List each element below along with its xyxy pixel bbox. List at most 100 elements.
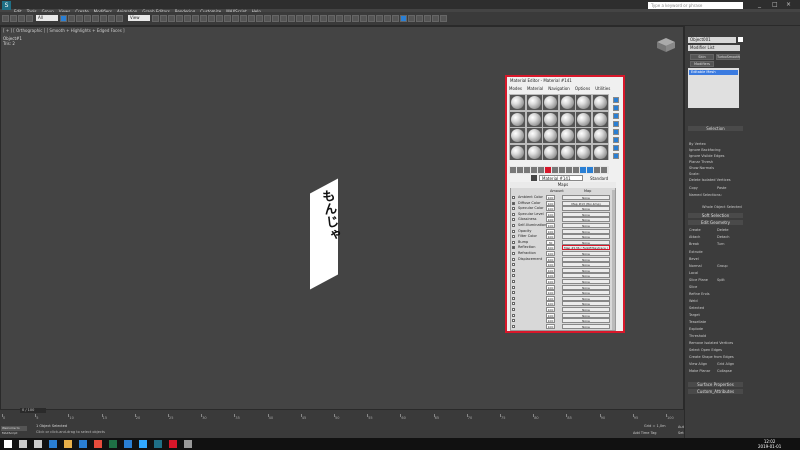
toolbar-icon[interactable] bbox=[288, 15, 295, 22]
toolbar-icon[interactable] bbox=[352, 15, 359, 22]
material-side-tool-icon[interactable] bbox=[613, 153, 619, 159]
weld-selected-button[interactable]: Selected bbox=[689, 306, 704, 310]
toolbar-icon[interactable] bbox=[184, 15, 191, 22]
material-side-tool-icon[interactable] bbox=[613, 129, 619, 135]
toolbar-icon[interactable] bbox=[416, 15, 423, 22]
toolbar-icon[interactable] bbox=[100, 15, 107, 22]
material-slot[interactable] bbox=[526, 128, 542, 143]
surface-properties-rollout[interactable]: Surface Properties bbox=[688, 382, 743, 387]
material-tool-icon[interactable] bbox=[552, 167, 558, 173]
map-slot-button[interactable]: None bbox=[562, 307, 610, 312]
local-radio[interactable]: Local bbox=[689, 271, 698, 275]
create-shape-button[interactable]: Create Shape from Edges bbox=[689, 355, 734, 359]
toolbar-icon[interactable] bbox=[76, 15, 83, 22]
app-logo[interactable]: S bbox=[2, 1, 11, 10]
map-amount-spinner[interactable]: 100 bbox=[546, 206, 555, 212]
viewcube-icon[interactable] bbox=[656, 37, 676, 53]
map-slot-button[interactable]: None bbox=[562, 211, 610, 217]
timeline-ruler[interactable]: 0 5 10 15 20 25 30 35 40 45 50 55 60 65 70 75 80 85 90 95 10… bbox=[0, 414, 674, 420]
map-amount-spinner[interactable]: 100 bbox=[546, 273, 555, 279]
map-enable-checkbox[interactable] bbox=[512, 207, 515, 211]
map-enable-checkbox[interactable] bbox=[512, 257, 515, 261]
map-amount-spinner[interactable]: 100 bbox=[546, 223, 555, 228]
material-slot[interactable] bbox=[526, 144, 542, 160]
material-slot[interactable] bbox=[559, 144, 575, 160]
show-normals-checkbox[interactable]: Show Normals bbox=[689, 166, 714, 170]
search-icon[interactable] bbox=[19, 440, 27, 448]
toolbar-icon[interactable] bbox=[264, 15, 271, 22]
map-amount-spinner[interactable]: 100 bbox=[546, 217, 555, 223]
tessellate-button[interactable]: Tessellate bbox=[689, 320, 706, 324]
material-side-tool-icon[interactable] bbox=[613, 121, 619, 127]
toolbar-icon[interactable] bbox=[432, 15, 439, 22]
map-slot-button[interactable]: None bbox=[562, 284, 610, 290]
map-enable-checkbox[interactable] bbox=[512, 308, 515, 311]
maximize-button[interactable]: □ bbox=[772, 1, 778, 8]
toolbar-icon[interactable] bbox=[296, 15, 303, 22]
create-button[interactable]: Create bbox=[689, 228, 701, 232]
mail-icon[interactable] bbox=[124, 440, 132, 448]
material-tool-icon[interactable] bbox=[524, 167, 530, 173]
map-enable-checkbox[interactable] bbox=[512, 252, 515, 255]
folder-icon[interactable] bbox=[64, 440, 72, 448]
toolbar-icon[interactable] bbox=[176, 15, 183, 22]
material-tool-icon[interactable] bbox=[566, 167, 572, 173]
material-slot[interactable] bbox=[592, 95, 608, 110]
toolbar-icon[interactable] bbox=[92, 15, 99, 22]
unlink-icon[interactable] bbox=[26, 15, 33, 22]
material-tool-icon[interactable] bbox=[580, 167, 586, 173]
material-slot[interactable] bbox=[576, 111, 591, 127]
me-menu-material[interactable]: Material bbox=[527, 86, 543, 91]
map-enable-checkbox[interactable] bbox=[512, 274, 515, 278]
toolbar-icon[interactable] bbox=[208, 15, 215, 22]
turbosmooth-button[interactable]: TurboSmooth bbox=[716, 54, 740, 60]
map-amount-spinner[interactable]: 100 bbox=[546, 234, 555, 240]
material-side-tool-icon[interactable] bbox=[613, 145, 619, 151]
material-tool-icon[interactable] bbox=[573, 167, 579, 173]
map-enable-checkbox[interactable] bbox=[512, 319, 515, 323]
map-enable-checkbox[interactable] bbox=[512, 268, 515, 272]
toolbar-icon[interactable] bbox=[304, 15, 311, 22]
custom-attributes-rollout[interactable]: Custom_Attributes bbox=[688, 389, 743, 394]
reference-coord-dropdown[interactable]: View bbox=[128, 15, 150, 21]
toolbar-icon[interactable] bbox=[232, 15, 239, 22]
ignore-visible-edges-checkbox[interactable]: Ignore Visible Edges bbox=[689, 154, 724, 158]
map-amount-spinner[interactable]: 100 bbox=[546, 301, 555, 307]
map-enable-checkbox[interactable] bbox=[512, 302, 515, 306]
map-slot-button[interactable]: None bbox=[562, 279, 610, 284]
me-menu-navigation[interactable]: Navigation bbox=[548, 86, 570, 91]
toolbar-icon[interactable] bbox=[256, 15, 263, 22]
toolbar-icon[interactable] bbox=[312, 15, 319, 22]
acrobat-icon[interactable] bbox=[169, 440, 177, 448]
map-enable-checkbox[interactable] bbox=[512, 246, 515, 250]
material-slot[interactable] bbox=[526, 95, 542, 110]
map-amount-spinner[interactable]: 100 bbox=[546, 211, 555, 217]
paste-button[interactable]: Paste bbox=[717, 186, 726, 190]
map-enable-checkbox[interactable] bbox=[512, 212, 515, 216]
material-slot[interactable] bbox=[559, 95, 575, 110]
material-tool-icon[interactable] bbox=[517, 167, 523, 173]
toolbar-icon[interactable] bbox=[116, 15, 123, 22]
toolbar-icon[interactable] bbox=[376, 15, 383, 22]
map-amount-spinner[interactable]: 100 bbox=[546, 228, 555, 234]
material-slot[interactable] bbox=[592, 128, 608, 143]
break-button[interactable]: Break bbox=[689, 242, 699, 246]
material-slot[interactable] bbox=[510, 111, 525, 127]
redo-icon[interactable] bbox=[10, 15, 17, 22]
task-view-icon[interactable] bbox=[34, 440, 42, 448]
toolbar-icon[interactable] bbox=[248, 15, 255, 22]
modifier-list-dropdown[interactable]: Modifier List bbox=[688, 45, 740, 51]
material-slot[interactable] bbox=[543, 111, 558, 127]
bind-icon[interactable] bbox=[60, 15, 67, 22]
map-enable-checkbox[interactable] bbox=[512, 196, 515, 199]
grid-align-button[interactable]: Grid Align bbox=[717, 362, 734, 366]
map-slot-button[interactable]: None bbox=[562, 195, 610, 200]
material-slot[interactable] bbox=[559, 128, 575, 143]
turn-button[interactable]: Turn bbox=[717, 242, 724, 246]
toolbar-icon[interactable] bbox=[336, 15, 343, 22]
map-amount-spinner[interactable]: 100 bbox=[546, 323, 555, 329]
map-slot-button[interactable]: None bbox=[562, 234, 610, 240]
map-row[interactable]: 100 None bbox=[512, 323, 612, 330]
map-slot-button[interactable]: None bbox=[562, 290, 610, 296]
me-menu-options[interactable]: Options bbox=[575, 86, 590, 91]
